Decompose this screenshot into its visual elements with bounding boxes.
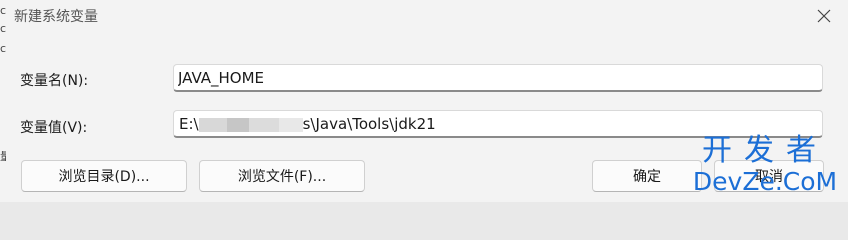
- title-bar: 新建系统变量: [8, 0, 848, 32]
- close-button[interactable]: [812, 4, 836, 28]
- variable-value-label: 变量值(V):: [20, 120, 88, 136]
- variable-name-input[interactable]: [173, 64, 823, 92]
- close-icon: [817, 9, 831, 23]
- background-char: c: [0, 4, 6, 17]
- redacted-region: [226, 117, 249, 132]
- variable-name-label: 变量名(N):: [20, 73, 89, 89]
- background-char: 量: [0, 150, 6, 163]
- new-system-variable-dialog: 新建系统变量 变量名(N): 变量值(V): E:\ s\Java\Tools\j…: [8, 0, 848, 202]
- redacted-region: [248, 117, 279, 132]
- background-char: c: [0, 22, 6, 35]
- browse-file-button[interactable]: 浏览文件(F)...: [199, 160, 365, 192]
- browse-directory-button[interactable]: 浏览目录(D)...: [21, 160, 187, 192]
- redacted-region: [198, 117, 227, 132]
- redacted-region: [278, 117, 303, 132]
- ok-button[interactable]: 确定: [592, 160, 702, 192]
- background-char: c: [0, 42, 6, 55]
- variable-value-input[interactable]: E:\ s\Java\Tools\jdk21: [173, 110, 823, 138]
- cancel-button[interactable]: 取消: [714, 160, 824, 192]
- variable-value-suffix: s\Java\Tools\jdk21: [302, 115, 436, 133]
- variable-value-prefix: E:\: [179, 115, 199, 133]
- dialog-title: 新建系统变量: [14, 9, 98, 25]
